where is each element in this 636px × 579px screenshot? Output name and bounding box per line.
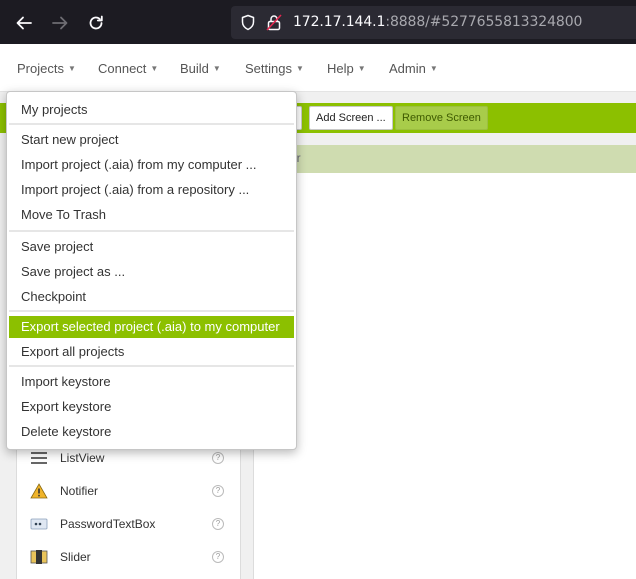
remove-screen-button[interactable]: Remove Screen: [395, 106, 488, 130]
palette-item-notifier[interactable]: Notifier ?: [17, 476, 242, 506]
menu-connect[interactable]: Connect ▼: [98, 61, 158, 76]
reload-button[interactable]: [83, 10, 109, 36]
palette-item-label: ListView: [60, 451, 105, 465]
slider-icon: [30, 550, 48, 564]
caret-down-icon: ▼: [295, 64, 304, 73]
menu-item-import-keystore[interactable]: Import keystore: [9, 371, 294, 393]
menu-item-export-selected-project[interactable]: Export selected project (.aia) to my com…: [9, 316, 294, 338]
url-host: 172.17.144.1: [293, 14, 386, 30]
menu-item-save-project-as[interactable]: Save project as ...: [9, 261, 294, 283]
menu-item-import-from-repository[interactable]: Import project (.aia) from a repository …: [9, 179, 294, 201]
menu-connect-label: Connect: [98, 61, 147, 76]
palette-item-label: Notifier: [60, 484, 99, 498]
reload-icon: [89, 15, 103, 30]
menu-item-delete-keystore[interactable]: Delete keystore: [9, 421, 294, 443]
app-menu-bar: Projects ▼ Connect ▼ Build ▼ Settings ▼ Help…: [0, 44, 636, 92]
shield-icon[interactable]: [240, 14, 256, 31]
menu-item-my-projects[interactable]: My projects: [9, 99, 294, 121]
viewer-canvas[interactable]: [253, 173, 636, 579]
back-button[interactable]: [11, 10, 37, 36]
menu-projects[interactable]: Projects ▼: [17, 61, 76, 76]
palette-item-label: Slider: [60, 550, 91, 564]
menu-help-label: Help: [327, 61, 354, 76]
menu-admin[interactable]: Admin ▼: [389, 61, 438, 76]
browser-toolbar: 172.17.144.1:8888/#5277655813324800: [0, 0, 636, 44]
warning-icon: [30, 483, 48, 499]
viewer-header: [253, 145, 636, 173]
menu-divider: [9, 310, 294, 312]
menu-item-import-from-computer[interactable]: Import project (.aia) from my computer .…: [9, 154, 294, 176]
menu-divider: [9, 230, 294, 232]
help-icon[interactable]: ?: [212, 452, 224, 464]
palette-item-passwordtextbox[interactable]: PasswordTextBox ?: [17, 509, 242, 539]
menu-build-label: Build: [180, 61, 209, 76]
component-palette: ListView ? Notifier ? PasswordTextBox ? …: [16, 440, 241, 579]
help-icon[interactable]: ?: [212, 518, 224, 530]
palette-item-label: PasswordTextBox: [60, 517, 156, 531]
caret-down-icon: ▼: [212, 64, 221, 73]
forward-button[interactable]: [47, 10, 73, 36]
menu-item-start-new-project[interactable]: Start new project: [9, 129, 294, 151]
url-path: :8888/#5277655813324800: [385, 14, 583, 30]
lock-icon[interactable]: [266, 14, 282, 31]
menu-admin-label: Admin: [389, 61, 426, 76]
caret-down-icon: ▼: [357, 64, 366, 73]
menu-divider: [9, 365, 294, 367]
caret-down-icon: ▼: [429, 64, 438, 73]
help-icon[interactable]: ?: [212, 485, 224, 497]
menu-item-export-all-projects[interactable]: Export all projects: [9, 341, 294, 363]
menu-projects-label: Projects: [17, 61, 64, 76]
back-arrow-icon: [16, 16, 32, 30]
add-screen-button[interactable]: Add Screen ...: [309, 106, 393, 130]
menu-help[interactable]: Help ▼: [327, 61, 366, 76]
menu-item-move-to-trash[interactable]: Move To Trash: [9, 204, 294, 226]
menu-item-save-project[interactable]: Save project: [9, 236, 294, 258]
listview-icon: [31, 452, 47, 464]
url-bar[interactable]: 172.17.144.1:8888/#5277655813324800: [231, 6, 636, 39]
menu-divider: [9, 123, 294, 125]
menu-item-checkpoint[interactable]: Checkpoint: [9, 286, 294, 308]
forward-arrow-icon: [52, 16, 68, 30]
help-icon[interactable]: ?: [212, 551, 224, 563]
menu-item-export-keystore[interactable]: Export keystore: [9, 396, 294, 418]
password-icon: [30, 518, 48, 530]
url-text[interactable]: 172.17.144.1:8888/#5277655813324800: [293, 14, 582, 30]
projects-dropdown-menu: My projects Start new project Import pro…: [6, 91, 297, 450]
caret-down-icon: ▼: [150, 64, 159, 73]
palette-item-slider[interactable]: Slider ?: [17, 542, 242, 572]
caret-down-icon: ▼: [67, 64, 76, 73]
menu-settings[interactable]: Settings ▼: [245, 61, 304, 76]
menu-settings-label: Settings: [245, 61, 292, 76]
menu-build[interactable]: Build ▼: [180, 61, 221, 76]
